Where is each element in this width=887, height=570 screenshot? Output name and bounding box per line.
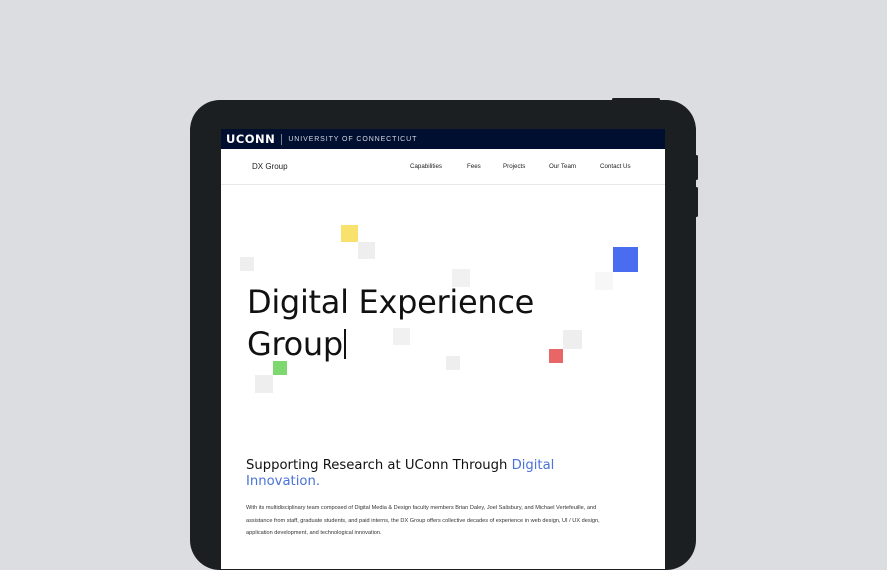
decor-square-yellow — [341, 225, 358, 242]
decor-square — [255, 375, 273, 393]
university-name[interactable]: UNIVERSITY OF CONNECTICUT — [288, 136, 417, 143]
site-title[interactable]: DX Group — [252, 162, 288, 171]
hero-title: Digital Experience Group — [247, 281, 534, 365]
section-body-text: With its multidisciplinary team composed… — [246, 505, 600, 536]
nav-link-projects[interactable]: Projects — [503, 163, 525, 170]
nav-link-our-team[interactable]: Our Team — [549, 163, 576, 170]
decor-square — [358, 242, 375, 259]
nav-link-fees[interactable]: Fees — [467, 163, 481, 170]
section-heading-text: Supporting Research at UConn Through — [246, 458, 512, 473]
tablet-side-button-2 — [695, 187, 698, 217]
site-header: DX Group Capabilities Fees Projects Our … — [221, 149, 665, 185]
tablet-top-button — [612, 98, 660, 101]
banner-divider — [281, 133, 283, 145]
decor-square-red — [549, 349, 563, 363]
hero-title-line-1: Digital Experience — [247, 283, 535, 321]
uconn-logo[interactable]: UCONN — [226, 132, 275, 146]
uconn-banner: UCONN UNIVERSITY OF CONNECTICUT — [221, 129, 665, 149]
section-heading: Supporting Research at UConn Through Dig… — [246, 458, 626, 490]
nav-link-capabilities[interactable]: Capabilities — [410, 163, 442, 170]
typing-caret — [343, 329, 347, 359]
decor-square — [595, 272, 613, 290]
nav-link-contact-us[interactable]: Contact Us — [600, 163, 631, 170]
decor-square — [563, 330, 582, 349]
hero-title-line-2: Group — [247, 325, 343, 363]
tablet-side-button — [695, 155, 698, 180]
decor-square — [240, 257, 254, 271]
decor-square-blue — [613, 247, 638, 272]
tablet-screen: UCONN UNIVERSITY OF CONNECTICUT DX Group… — [221, 129, 665, 569]
